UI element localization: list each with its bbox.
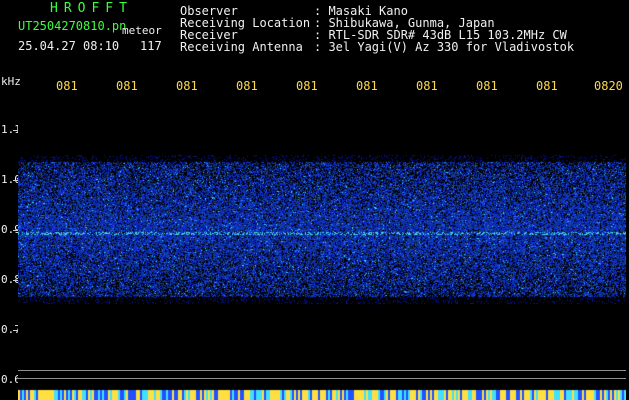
date-time: 25.04.27 08:10 — [18, 39, 120, 53]
antenna-label: Receiving Antenna — [180, 40, 303, 54]
x-tick: 081 — [236, 79, 258, 93]
x-tick: 081 — [416, 79, 438, 93]
x-tick: 081 — [56, 79, 78, 93]
hrofft-window: HROFFT UT2504270810.pn meteor 25.04.27 0… — [0, 0, 629, 400]
x-tick: 081 — [476, 79, 498, 93]
app-title: HROFFT — [50, 1, 133, 16]
x-tick: 081 — [356, 79, 378, 93]
y-axis-unit: kHz — [1, 75, 21, 88]
file-name: UT2504270810.pn — [18, 19, 127, 33]
detection-count: 117 — [140, 39, 162, 53]
x-tick: 0820 — [594, 79, 623, 93]
x-tick: 081 — [536, 79, 558, 93]
x-tick: 081 — [296, 79, 318, 93]
file-tag: meteor — [122, 24, 162, 37]
x-tick: 081 — [176, 79, 198, 93]
grid-line — [18, 370, 626, 371]
detection-strip — [18, 386, 626, 400]
spectrogram-area — [18, 100, 626, 386]
spectrogram-canvas — [18, 100, 626, 386]
antenna-value: : 3el Yagi(V) Az 330 for Vladivostok — [314, 40, 575, 54]
grid-line — [18, 378, 626, 379]
x-tick: 081 — [116, 79, 138, 93]
